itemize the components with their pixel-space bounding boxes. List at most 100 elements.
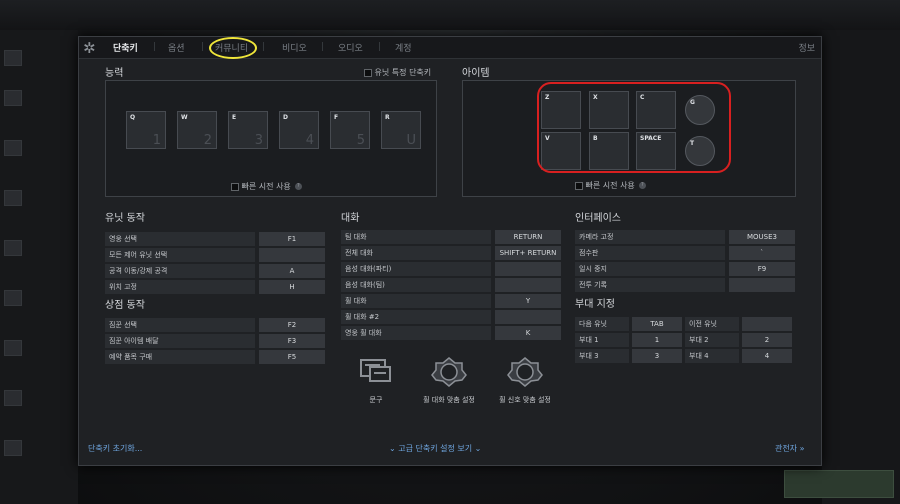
row-label: 부대 4: [685, 349, 739, 363]
row-label: 다음 유닛: [575, 317, 629, 331]
checkbox[interactable]: [231, 182, 239, 191]
checkbox[interactable]: [575, 181, 583, 190]
row-value[interactable]: F1: [259, 232, 325, 246]
row-label: 점수판: [575, 246, 725, 260]
advanced-hotkeys-toggle[interactable]: ⌄ 고급 단축키 설정 보기 ⌄: [389, 443, 481, 454]
settings-panel: ✲ 단축키 | 옵션 | 커뮤니티 | 비디오 | 오디오 | 계정 정보 능력…: [78, 36, 822, 466]
items-quickcast-toggle[interactable]: 빠른 시전 사용?: [575, 180, 646, 191]
item-slot-c[interactable]: C: [636, 91, 676, 129]
tab-options[interactable]: 옵션: [168, 41, 185, 54]
tab-community[interactable]: 커뮤니티: [215, 41, 248, 54]
row-value[interactable]: [495, 262, 561, 276]
gear-icon[interactable]: ✲: [83, 40, 99, 56]
items-title: 아이템: [462, 68, 490, 79]
unit-specific-toggle[interactable]: 유닛 특정 단축키: [364, 67, 431, 78]
wheel-icon: [431, 357, 467, 387]
row-value[interactable]: `: [729, 246, 795, 260]
quickcast-label: 빠른 시전 사용: [585, 181, 635, 190]
key-label: V: [545, 135, 550, 142]
key-label: E: [232, 114, 237, 121]
help-icon[interactable]: ?: [294, 183, 302, 190]
tab-separator: |: [262, 42, 266, 52]
row-value[interactable]: Y: [495, 294, 561, 308]
sidebar-tile: [4, 140, 22, 156]
row-value[interactable]: F2: [259, 318, 325, 332]
row-label: 부대 1: [575, 333, 629, 347]
tab-account[interactable]: 계정: [395, 41, 412, 54]
row-value[interactable]: F3: [259, 334, 325, 348]
sidebar-tile: [4, 290, 22, 306]
sidebar-tile: [4, 240, 22, 256]
row-value[interactable]: 2: [742, 333, 792, 347]
abilities-quickcast-toggle[interactable]: 빠른 시전 사용?: [231, 181, 302, 192]
tab-hotkeys[interactable]: 단축키: [113, 41, 138, 54]
row-value[interactable]: A: [259, 264, 325, 278]
row-value[interactable]: K: [495, 326, 561, 340]
tab-bar: ✲ 단축키 | 옵션 | 커뮤니티 | 비디오 | 오디오 | 계정 정보: [79, 37, 821, 59]
row-value[interactable]: [742, 317, 792, 331]
key-label: W: [181, 114, 188, 121]
left-sidebar: [0, 30, 78, 504]
right-sidebar: [822, 30, 900, 504]
row-value[interactable]: SHIFT+ RETURN: [495, 246, 561, 260]
chevron-down-icon: ⌄: [389, 444, 396, 453]
row-value[interactable]: [495, 310, 561, 324]
sidebar-tile: [4, 440, 22, 456]
tab-audio[interactable]: 오디오: [338, 41, 363, 54]
row-value[interactable]: MOUSE3: [729, 230, 795, 244]
item-slot-b[interactable]: B: [589, 132, 629, 170]
ability-slot-q[interactable]: Q1: [126, 111, 166, 149]
row-label: 일시 중지: [575, 262, 725, 276]
row-label: 전투 기록: [575, 278, 725, 292]
row-value[interactable]: TAB: [632, 317, 682, 331]
row-value[interactable]: [259, 248, 325, 262]
spectator-link[interactable]: 관전자 »: [775, 443, 805, 454]
row-value[interactable]: [495, 278, 561, 292]
chat-bubble-icon: [360, 359, 391, 382]
row-value[interactable]: F5: [259, 350, 325, 364]
row-label: 위치 고정: [105, 280, 255, 294]
help-icon[interactable]: ?: [638, 182, 646, 189]
advanced-label: 고급 단축키 설정 보기: [398, 444, 473, 453]
row-value[interactable]: 1: [632, 333, 682, 347]
row-value[interactable]: H: [259, 280, 325, 294]
row-label: 카메라 고정: [575, 230, 725, 244]
tab-separator: |: [378, 42, 382, 52]
row-label: 예약 품목 구매: [105, 350, 255, 364]
row-value[interactable]: F9: [729, 262, 795, 276]
item-slot-v[interactable]: V: [541, 132, 581, 170]
row-value[interactable]: RETURN: [495, 230, 561, 244]
ability-slot-d[interactable]: D4: [279, 111, 319, 149]
row-label: 짐꾼 선택: [105, 318, 255, 332]
key-label: F: [334, 114, 339, 121]
row-value[interactable]: [729, 278, 795, 292]
row-label: 휠 대화 #2: [341, 310, 491, 324]
row-value[interactable]: 4: [742, 349, 792, 363]
info-link[interactable]: 정보: [798, 41, 815, 54]
item-slot-x[interactable]: X: [589, 91, 629, 129]
row-label: 짐꾼 아이템 배달: [105, 334, 255, 348]
tab-separator: |: [201, 42, 205, 52]
key-digit: U: [406, 133, 416, 148]
phrases-button[interactable]: 문구: [349, 357, 403, 405]
unit-specific-label: 유닛 특정 단축키: [374, 68, 432, 77]
ability-slot-e[interactable]: E3: [228, 111, 268, 149]
ability-slot-r[interactable]: RU: [381, 111, 421, 149]
chat-wheel-config-button[interactable]: 휠 대화 맞춤 설정: [409, 357, 489, 405]
row-label: 이전 유닛: [685, 317, 739, 331]
ability-slot-f[interactable]: F5: [330, 111, 370, 149]
row-label: 음성 대화(파티): [341, 262, 491, 276]
key-label: Z: [545, 94, 550, 101]
checkbox[interactable]: [364, 68, 372, 77]
teleport-slot-t[interactable]: T: [685, 136, 715, 166]
row-value[interactable]: 3: [632, 349, 682, 363]
item-slot-z[interactable]: Z: [541, 91, 581, 129]
tab-video[interactable]: 비디오: [282, 41, 307, 54]
ping-wheel-config-button[interactable]: 휠 신호 맞춤 설정: [485, 357, 565, 405]
ability-slot-w[interactable]: W2: [177, 111, 217, 149]
reset-hotkeys-link[interactable]: 단축키 초기화...: [88, 443, 142, 454]
row-label: 전체 대화: [341, 246, 491, 260]
glyph-slot-g[interactable]: G: [685, 95, 715, 125]
item-slot-space[interactable]: SPACE: [636, 132, 676, 170]
key-label: SPACE: [640, 135, 662, 142]
